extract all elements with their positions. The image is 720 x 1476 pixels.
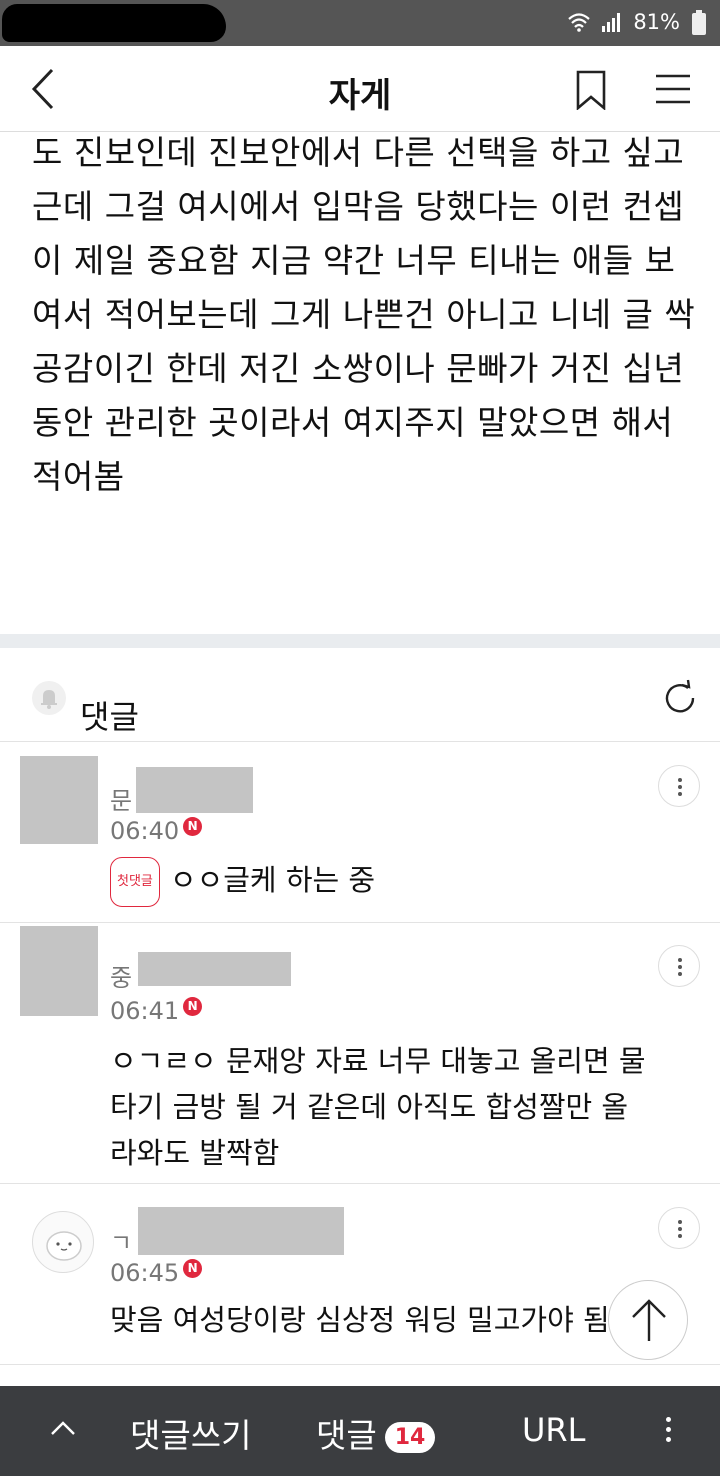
redacted-area (2, 4, 226, 42)
comment-more-button[interactable] (658, 945, 700, 987)
comments-button[interactable]: 댓글 14 (316, 1409, 436, 1457)
chevron-up-icon[interactable] (50, 1416, 76, 1442)
avatar[interactable] (20, 756, 98, 844)
bottom-toolbar: 댓글쓰기 댓글 14 URL (0, 1386, 720, 1476)
redacted-author (138, 1207, 344, 1255)
comment-count-badge: 14 (384, 1422, 436, 1453)
top-nav: 자게 (0, 46, 720, 132)
status-bar: 81% (0, 0, 720, 46)
avatar[interactable] (20, 926, 98, 1016)
comment-author[interactable]: ㄱ (110, 1223, 132, 1258)
section-divider (0, 634, 720, 648)
signal-icon (602, 13, 621, 32)
comment-time-text: 06:41 (110, 997, 180, 1025)
redacted-author (138, 952, 291, 986)
comment-more-button[interactable] (658, 1207, 700, 1249)
battery-percent: 81% (633, 10, 680, 34)
comments-header: 댓글 (0, 648, 720, 742)
bookmark-icon[interactable] (574, 70, 608, 110)
comment-line: 라와도 발짝함 (110, 1136, 280, 1170)
comment-author[interactable]: 중 (110, 958, 132, 993)
post-content: 도 진보인데 진보안에서 다른 선택을 하고 싶고 근데 그걸 여시에서 입막음… (32, 126, 702, 504)
comment-time: 06:40 N (110, 817, 203, 845)
comment-line: 타기 금방 될 거 같은데 아직도 합성짤만 올 (110, 1090, 629, 1124)
comments-label: 댓글 (80, 698, 139, 736)
page-title: 자게 (328, 76, 392, 116)
comment-time: 06:45 N (110, 1259, 203, 1287)
comment-time-text: 06:45 (110, 1259, 180, 1287)
more-options-icon[interactable] (660, 1414, 676, 1446)
post-line: 여서 적어보는데 그게 나쁜건 아니고 니네 글 싹 (32, 295, 696, 334)
arrow-up-icon (632, 1299, 666, 1341)
comment-line: 맞음 여성당이랑 심상정 워딩 밀고가야 됨 (110, 1303, 610, 1337)
new-badge: N (183, 1259, 203, 1278)
avatar[interactable] (32, 1211, 94, 1273)
wifi-icon (568, 13, 591, 32)
default-avatar-icon (46, 1231, 82, 1261)
redacted-author (136, 767, 253, 813)
post-line: 공감이긴 한데 저긴 소쌍이나 문빠가 거진 십년 (32, 349, 685, 388)
first-comment-badge: 첫댓글 (110, 857, 160, 907)
write-comment-button[interactable]: 댓글쓰기 (130, 1409, 251, 1457)
post-line: 근데 그걸 여시에서 입막음 당했다는 이런 컨셉 (32, 187, 685, 226)
comment-text: ㅇㄱㄹㅇ 문재앙 자료 너무 대놓고 올리면 물 타기 금방 될 거 같은데 아… (110, 1038, 646, 1176)
post-line: 이 제일 중요함 지금 약간 너무 티내는 애들 보 (32, 241, 676, 280)
comment-text: 맞음 여성당이랑 심상정 워딩 밀고가야 됨 (110, 1297, 610, 1343)
battery-icon (692, 10, 706, 35)
comment-line: ㅇㅇ글케 하는 중 (169, 863, 376, 897)
refresh-icon[interactable] (660, 678, 700, 718)
new-badge: N (183, 997, 203, 1016)
comment-author[interactable]: 문 (110, 781, 132, 816)
post-line: 적어봄 (32, 457, 125, 496)
scroll-to-top-button[interactable] (608, 1280, 688, 1360)
bell-icon[interactable] (32, 681, 66, 715)
comment-item: 문 06:40 N 첫댓글 ㅇㅇ글케 하는 중 (0, 743, 720, 923)
post-line: 동안 관리한 곳이라서 여지주지 말았으면 해서 (32, 403, 674, 442)
url-button[interactable]: URL (522, 1411, 585, 1449)
comment-line: ㅇㄱㄹㅇ 문재앙 자료 너무 대놓고 올리면 물 (110, 1044, 646, 1078)
comment-more-button[interactable] (658, 765, 700, 807)
new-badge: N (183, 817, 203, 836)
comment-text: 첫댓글 ㅇㅇ글케 하는 중 (110, 857, 375, 907)
comment-item: 중 06:41 N ㅇㄱㄹㅇ 문재앙 자료 너무 대놓고 올리면 물 타기 금방 … (0, 924, 720, 1184)
comment-time-text: 06:40 (110, 817, 180, 845)
post-line: 도 진보인데 진보안에서 다른 선택을 하고 싶고 (32, 133, 685, 172)
hamburger-menu-icon[interactable] (654, 72, 692, 106)
comments-button-label: 댓글 (316, 1416, 377, 1455)
status-indicators: 81% (567, 10, 680, 34)
back-arrow-icon[interactable] (26, 66, 62, 112)
comment-time: 06:41 N (110, 997, 203, 1025)
